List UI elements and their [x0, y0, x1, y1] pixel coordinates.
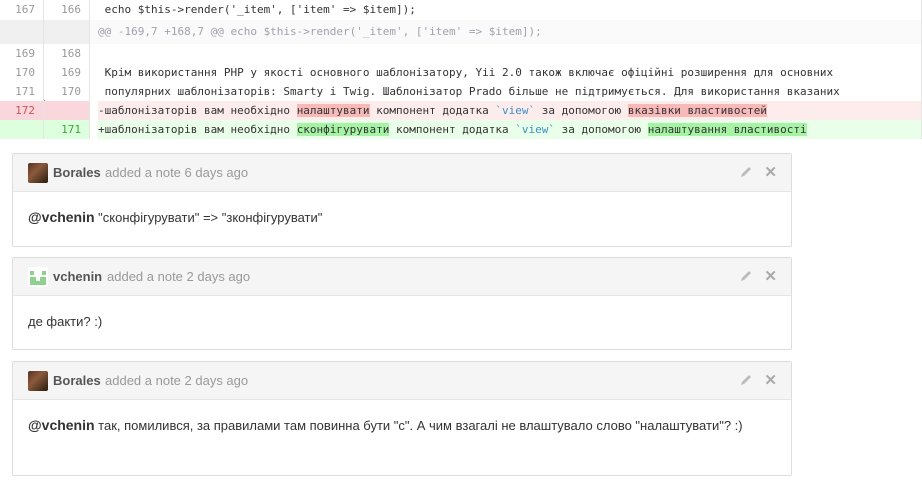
- diff-line-context: 170 169 Крім використання PHP у якості о…: [0, 63, 921, 82]
- new-line-number[interactable]: 171: [44, 120, 90, 139]
- line-code: echo $this->render('_item', ['item' => $…: [98, 3, 416, 16]
- old-line-number[interactable]: 171: [0, 82, 44, 101]
- avatar[interactable]: [28, 267, 48, 287]
- note-header: Borales added a note 2 days ago ✕: [13, 362, 791, 400]
- line-code: +шаблонізаторів вам необхідно сконфігуру…: [98, 120, 921, 139]
- note-author[interactable]: Borales: [53, 362, 101, 399]
- note-body: @vchenin "сконфігурувати" => "зконфігуру…: [28, 209, 323, 225]
- note-meta: added a note 6 days ago: [105, 165, 249, 180]
- diff-line-context: 171 170 популярних шаблонізаторів: Smart…: [0, 82, 921, 101]
- close-icon[interactable]: ✕: [764, 258, 777, 295]
- word-diff-deleted: вказівки властивостей: [627, 104, 767, 117]
- diff-line-added: 171 +шаблонізаторів вам необхідно сконфі…: [0, 120, 921, 139]
- word-diff-added: сконфігурувати: [296, 123, 390, 136]
- pencil-icon[interactable]: [739, 165, 753, 179]
- close-icon[interactable]: ✕: [764, 154, 777, 191]
- old-line-number[interactable]: 170: [0, 63, 44, 82]
- diff-line-deleted: 172 -шаблонізаторів вам необхідно налашт…: [0, 101, 921, 120]
- hunk-text: @@ -169,7 +168,7 @@ echo $this->render('…: [98, 25, 542, 38]
- note-meta: added a note 2 days ago: [105, 373, 249, 388]
- inline-code: `view`: [495, 104, 536, 117]
- note: Borales added a note 6 days ago ✕ @vchen…: [12, 153, 792, 247]
- old-line-number[interactable]: 169: [0, 44, 44, 63]
- inline-code: `view`: [515, 123, 555, 136]
- diff-line-context: 167 166 echo $this->render('_item', ['it…: [0, 0, 921, 20]
- line-code: Крім використання PHP у якості основного…: [98, 66, 834, 79]
- diff-line-context: 169 168: [0, 44, 921, 63]
- old-line-number[interactable]: 172: [0, 101, 44, 120]
- note: Borales added a note 2 days ago ✕ @vchen…: [12, 361, 792, 476]
- line-code: популярних шаблонізаторів: Smarty і Twig…: [98, 85, 840, 98]
- note-body: @vchenin так, помилився, за правилами та…: [28, 417, 743, 433]
- diff-view: 167 166 echo $this->render('_item', ['it…: [0, 0, 922, 139]
- close-icon[interactable]: ✕: [764, 362, 777, 399]
- avatar[interactable]: [28, 163, 48, 183]
- new-line-number[interactable]: 168: [44, 44, 90, 63]
- word-diff-added: налаштування властивості: [647, 123, 807, 136]
- line-code: -шаблонізаторів вам необхідно налаштуват…: [98, 101, 921, 120]
- note-header: Borales added a note 6 days ago ✕: [13, 154, 791, 192]
- new-line-number[interactable]: 166: [44, 0, 90, 20]
- diff-hunk-header: ✥ @@ -169,7 +168,7 @@ echo $this->render…: [0, 20, 921, 112]
- pencil-icon[interactable]: [739, 269, 753, 283]
- note-header: vchenin added a note 2 days ago ✕: [13, 258, 791, 296]
- note-meta: added a note 2 days ago: [107, 269, 251, 284]
- pencil-icon[interactable]: [739, 373, 753, 387]
- avatar[interactable]: [28, 371, 48, 391]
- new-line-number[interactable]: 169: [44, 63, 90, 82]
- new-line-number[interactable]: 170: [44, 82, 90, 101]
- note-body: де факти? :): [28, 314, 103, 329]
- note-author[interactable]: vchenin: [53, 258, 102, 295]
- old-line-number[interactable]: 167: [0, 0, 44, 20]
- note-author[interactable]: Borales: [53, 154, 101, 191]
- user-mention[interactable]: @vchenin: [28, 209, 95, 225]
- word-diff-deleted: налаштувати: [296, 104, 370, 117]
- user-mention[interactable]: @vchenin: [28, 417, 95, 433]
- note: vchenin added a note 2 days ago ✕ де фак…: [12, 257, 792, 350]
